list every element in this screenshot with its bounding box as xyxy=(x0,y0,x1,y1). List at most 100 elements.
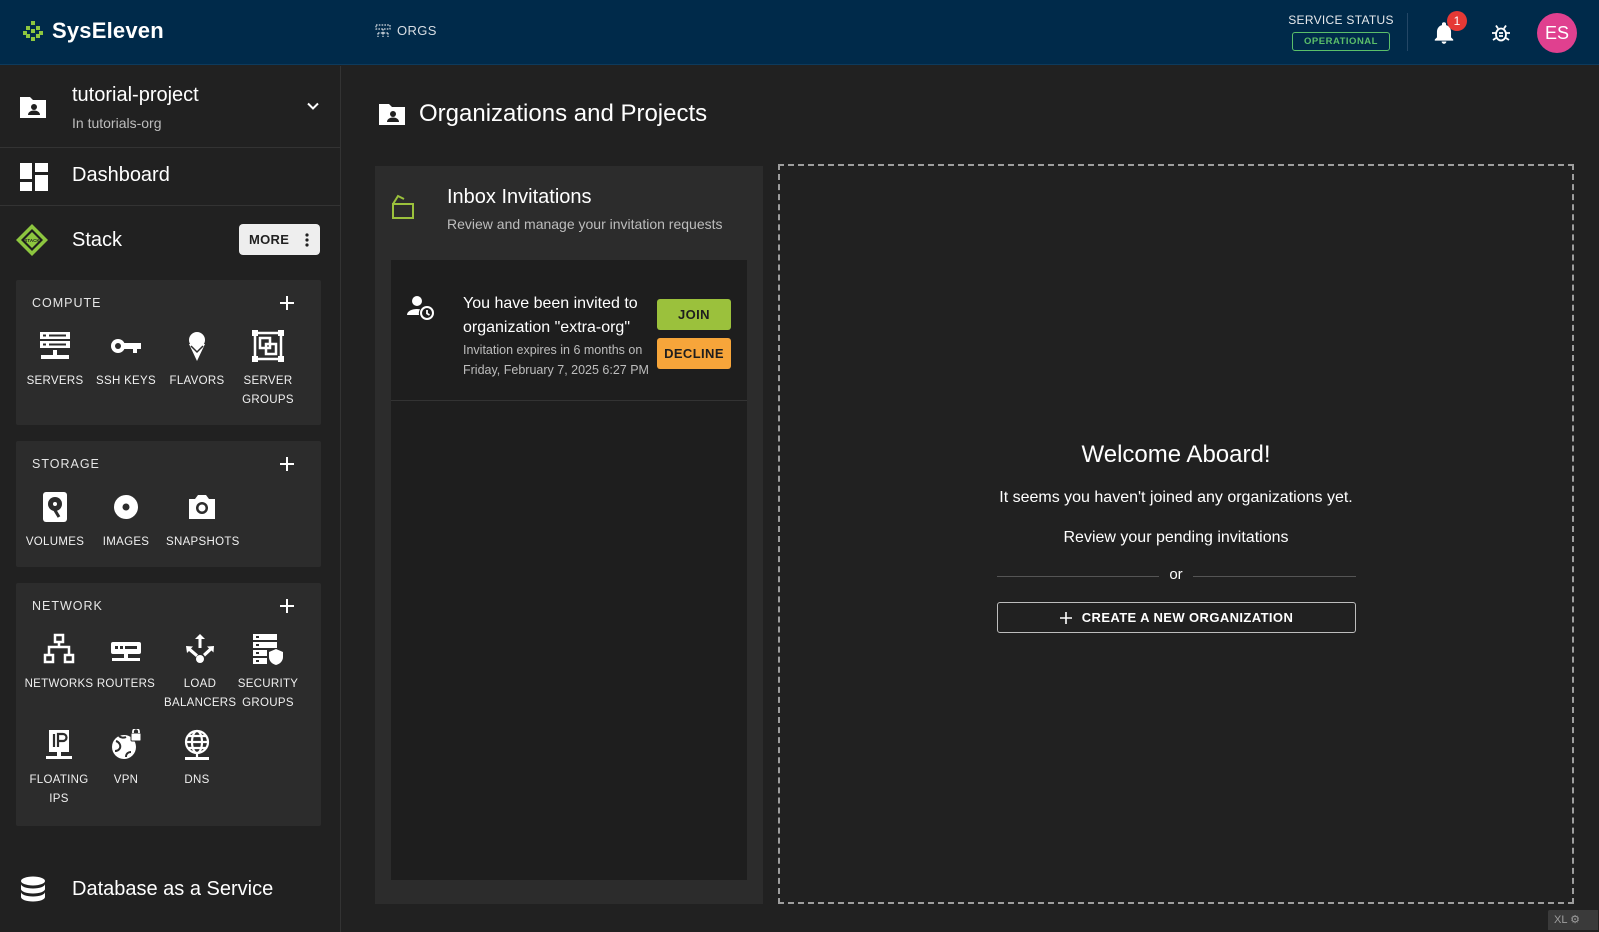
camera-icon xyxy=(189,495,215,519)
welcome-panel: Welcome Aboard! It seems you haven't joi… xyxy=(778,164,1574,904)
tile-load-balancers[interactable]: LOAD BALANCERS xyxy=(164,633,236,713)
divider-line xyxy=(997,576,1159,577)
account-clock-icon xyxy=(407,296,434,320)
or-divider: or xyxy=(997,566,1356,586)
stack-label: Stack xyxy=(72,229,123,251)
user-avatar[interactable]: ES xyxy=(1537,13,1577,53)
tile-label: VPN xyxy=(113,774,139,786)
tile-security-groups[interactable]: SECURITY GROUPS xyxy=(232,633,304,713)
dns-icon xyxy=(184,729,210,760)
key-icon xyxy=(111,339,141,353)
tile-label: DNS xyxy=(184,774,210,786)
open-box-icon xyxy=(392,194,414,219)
tile-vpn[interactable]: VPN xyxy=(90,729,162,790)
server-groups-icon xyxy=(252,330,284,362)
floating-ip-icon xyxy=(46,730,72,759)
tile-routers[interactable]: ROUTERS xyxy=(90,633,162,694)
invitation-message: You have been invited to organization "e… xyxy=(463,295,638,336)
syseleven-logo-icon xyxy=(23,21,43,41)
tile-servers[interactable]: SERVERS xyxy=(19,330,91,391)
sidebar-item-dbaas[interactable]: Database as a Service xyxy=(0,856,340,932)
servers-icon xyxy=(40,332,70,359)
notification-count-badge: 1 xyxy=(1447,11,1467,31)
add-network-icon[interactable] xyxy=(278,597,296,615)
tile-networks[interactable]: NETWORKS xyxy=(23,633,95,694)
vpn-icon xyxy=(112,729,142,759)
inbox-subtitle: Review and manage your invitation reques… xyxy=(447,216,723,232)
create-organization-label: CREATE A NEW ORGANIZATION xyxy=(1081,610,1294,625)
tile-snapshots[interactable]: SNAPSHOTS xyxy=(166,491,240,552)
add-storage-icon[interactable] xyxy=(278,455,296,473)
brand-logo-link[interactable]: SysEleven xyxy=(22,18,164,44)
router-icon xyxy=(111,642,141,661)
service-status-badge: OPERATIONAL xyxy=(1292,32,1390,51)
review-invitations-text: Review your pending invitations xyxy=(1063,529,1289,546)
storage-title: STORAGE xyxy=(32,457,100,471)
tile-images[interactable]: IMAGES xyxy=(90,491,162,552)
tile-ssh-keys[interactable]: SSH KEYS xyxy=(90,330,162,391)
sidebar-item-label: Dashboard xyxy=(72,164,170,186)
tile-label: NETWORKS xyxy=(24,678,94,690)
tile-flavors[interactable]: FLAVORS xyxy=(161,330,233,391)
chevron-down-icon[interactable] xyxy=(305,98,321,114)
bug-icon: ⚙ xyxy=(1570,914,1580,926)
list-item: You have been invited to organization "e… xyxy=(391,260,747,401)
join-button[interactable]: JOIN xyxy=(657,299,731,330)
dashboard-icon xyxy=(20,163,48,191)
add-compute-icon[interactable] xyxy=(278,294,296,312)
compute-card: COMPUTE SERVERS SSH KEYS FLAVORS SERVER … xyxy=(16,280,321,425)
tile-label: ROUTERS xyxy=(96,678,156,690)
decline-button[interactable]: DECLINE xyxy=(657,338,731,369)
welcome-title: Welcome Aboard! xyxy=(1081,441,1271,468)
breakpoint-indicator: XL ⚙ xyxy=(1548,910,1598,930)
tile-floating-ips[interactable]: FLOATING IPS xyxy=(23,729,95,809)
sidebar-item-label: Database as a Service xyxy=(72,878,274,900)
tile-label: SERVERS xyxy=(26,375,84,387)
orgs-label: ORGS xyxy=(397,23,437,38)
more-vertical-icon xyxy=(305,232,309,247)
inbox-title: Inbox Invitations xyxy=(447,186,592,208)
service-status-label: SERVICE STATUS xyxy=(1288,13,1394,27)
or-label: or xyxy=(1169,566,1183,583)
sidebar: tutorial-project In tutorials-org Dashbo… xyxy=(0,66,341,932)
create-organization-button[interactable]: CREATE A NEW ORGANIZATION xyxy=(997,602,1356,633)
project-switcher[interactable]: tutorial-project In tutorials-org xyxy=(0,66,340,148)
project-name: tutorial-project xyxy=(72,84,199,106)
tile-label: VOLUMES xyxy=(25,536,85,548)
tile-label: SNAPSHOTS xyxy=(166,536,240,548)
bug-report-icon[interactable] xyxy=(1489,21,1513,45)
orgs-nav-link[interactable]: ORGS xyxy=(375,23,437,38)
tile-label: SERVER GROUPS xyxy=(242,375,294,406)
service-status[interactable]: SERVICE STATUS OPERATIONAL xyxy=(1288,13,1394,51)
sidebar-item-dashboard[interactable]: Dashboard xyxy=(0,148,340,206)
page-title: Organizations and Projects xyxy=(419,100,708,127)
network-card: NETWORK NETWORKS ROUTERS LOAD BALANCERS … xyxy=(16,583,321,826)
sidebar-section-stack: STACK Stack MORE xyxy=(0,206,340,276)
tile-volumes[interactable]: VOLUMES xyxy=(19,491,91,552)
page-header: Organizations and Projects xyxy=(377,100,707,128)
tile-label: IMAGES xyxy=(102,536,150,548)
tile-dns[interactable]: DNS xyxy=(161,729,233,790)
ice-cream-icon xyxy=(189,332,205,361)
storage-card: STORAGE VOLUMES IMAGES SNAPSHOTS xyxy=(16,441,321,567)
inbox-invitations-panel: Inbox Invitations Review and manage your… xyxy=(375,166,763,904)
tile-label: SECURITY GROUPS xyxy=(237,678,299,709)
folder-account-icon xyxy=(20,97,46,118)
disc-icon xyxy=(114,495,138,519)
load-balancer-icon xyxy=(186,634,214,663)
stack-more-button[interactable]: MORE xyxy=(239,224,320,255)
compute-title: COMPUTE xyxy=(32,296,102,310)
stack-icon-text: STACK xyxy=(24,238,40,243)
breakpoint-label: XL xyxy=(1554,914,1568,926)
tile-label: LOAD BALANCERS xyxy=(164,678,237,709)
hard-disk-icon xyxy=(43,492,67,522)
tile-label: SSH KEYS xyxy=(96,375,156,387)
tile-server-groups[interactable]: SERVER GROUPS xyxy=(232,330,304,410)
welcome-message: It seems you haven't joined any organiza… xyxy=(999,489,1353,506)
network-title: NETWORK xyxy=(32,599,103,613)
org-tree-icon xyxy=(375,23,391,37)
database-icon xyxy=(21,876,45,902)
topbar-divider xyxy=(1407,13,1408,51)
project-org: In tutorials-org xyxy=(72,115,162,131)
tile-label: FLOATING IPS xyxy=(29,774,89,805)
